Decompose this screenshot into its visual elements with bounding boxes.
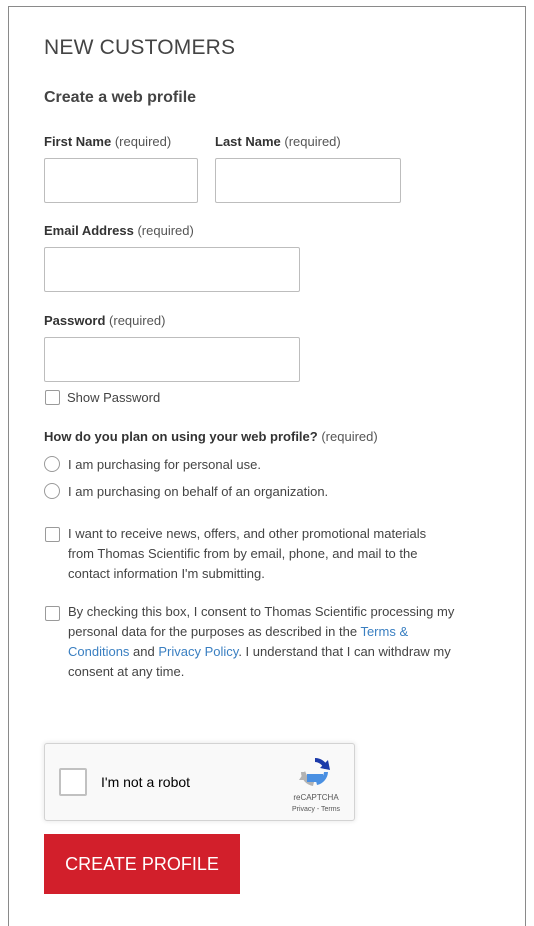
recaptcha-privacy-link[interactable]: Privacy: [292, 806, 315, 813]
first-name-required: (required): [114, 134, 172, 149]
marketing-consent-line: contact information I'm submitting.: [68, 566, 265, 581]
usage-question-text: How do you plan on using your web profil…: [44, 429, 318, 444]
privacy-consent-line-text: . I understand that I can withdraw my: [238, 644, 451, 659]
usage-question-required: (required): [321, 429, 378, 444]
usage-radio-organization[interactable]: [44, 483, 60, 499]
recaptcha-brand: reCAPTCHA: [293, 793, 339, 802]
first-name-input[interactable]: [44, 158, 198, 203]
and-text: and: [129, 644, 159, 659]
terms-conditions-link-continued[interactable]: Conditions: [68, 644, 129, 659]
privacy-consent-line: Conditions and Privacy Policy. I underst…: [68, 642, 508, 662]
marketing-consent-line: I want to receive news, offers, and othe…: [68, 526, 427, 541]
form-subheading: Create a web profile: [44, 89, 197, 106]
email-input[interactable]: [44, 247, 300, 292]
terms-conditions-link[interactable]: Terms &: [360, 624, 408, 639]
first-name-label: First Name (required): [44, 134, 171, 149]
last-name-label: Last Name (required): [215, 134, 341, 149]
recaptcha-widget: I'm not a robot reCAPTCHA Privacy - Term…: [44, 743, 355, 821]
recaptcha-checkbox[interactable]: [59, 768, 87, 796]
privacy-consent-checkbox[interactable]: [45, 606, 60, 621]
usage-option-organization-label[interactable]: I am purchasing on behalf of an organiza…: [68, 484, 328, 499]
privacy-consent-text: By checking this box, I consent to Thoma…: [68, 602, 508, 682]
last-name-required: (required): [284, 134, 341, 149]
marketing-consent-checkbox[interactable]: [45, 527, 60, 542]
usage-radio-personal[interactable]: [44, 456, 60, 472]
last-name-input[interactable]: [215, 158, 401, 203]
privacy-consent-line: By checking this box, I consent to Thoma…: [68, 604, 455, 619]
recaptcha-links: Privacy - Terms: [283, 806, 349, 813]
email-label: Email Address (required): [44, 223, 194, 238]
usage-option-personal-label[interactable]: I am purchasing for personal use.: [68, 457, 261, 472]
section-heading: NEW CUSTOMERS: [44, 36, 236, 59]
show-password-label[interactable]: Show Password: [67, 390, 160, 405]
recaptcha-terms-link[interactable]: Terms: [321, 806, 340, 813]
password-input[interactable]: [44, 337, 300, 382]
password-label-text: Password: [44, 313, 106, 328]
privacy-consent-line: consent at any time.: [68, 664, 185, 679]
privacy-policy-link[interactable]: Privacy Policy: [158, 644, 238, 659]
password-required: (required): [109, 313, 166, 328]
email-label-text: Email Address: [44, 223, 134, 238]
recaptcha-label: I'm not a robot: [101, 774, 191, 790]
privacy-consent-line: personal data for the purposes as descri…: [68, 622, 508, 642]
privacy-consent-line-text: personal data for the purposes as descri…: [68, 624, 361, 639]
usage-question-label: How do you plan on using your web profil…: [44, 429, 378, 444]
recaptcha-logo-icon: [299, 758, 330, 786]
first-name-label-text: First Name: [44, 134, 112, 149]
marketing-consent-line: from Thomas Scientific from by email, ph…: [68, 546, 418, 561]
email-required: (required): [137, 223, 194, 238]
last-name-label-text: Last Name: [215, 134, 281, 149]
marketing-consent-text: I want to receive news, offers, and othe…: [68, 524, 508, 584]
create-profile-button[interactable]: CREATE PROFILE: [44, 834, 240, 894]
password-label: Password (required): [44, 313, 165, 328]
show-password-checkbox[interactable]: [45, 390, 60, 405]
